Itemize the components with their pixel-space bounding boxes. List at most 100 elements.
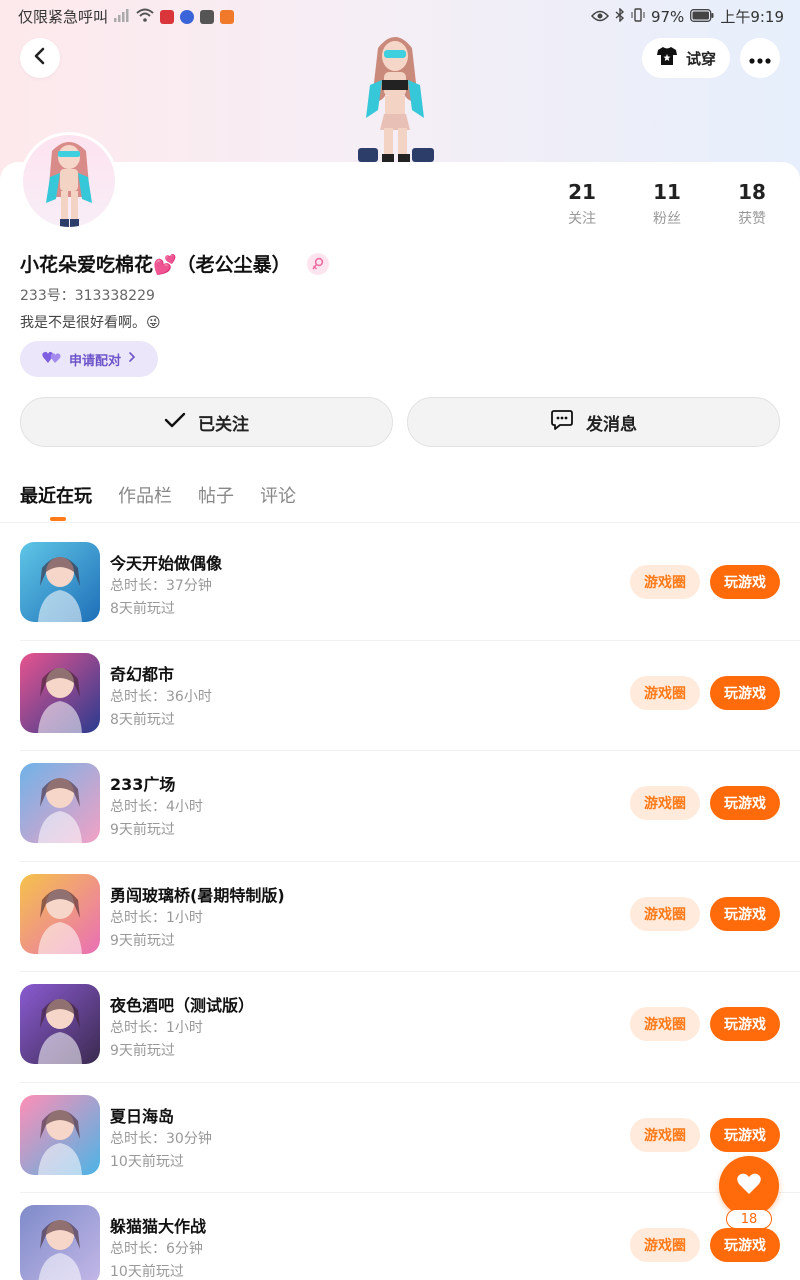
stat-following-label: 关注 [568,211,596,227]
carrier-text: 仅限紧急呼叫 [18,8,109,26]
game-circle-button[interactable]: 游戏圈 [630,565,700,599]
avatar-3d-figure[interactable] [348,30,442,165]
game-thumbnail[interactable] [20,1205,100,1280]
game-circle-button[interactable]: 游戏圈 [630,786,700,820]
tab-recently-played[interactable]: 最近在玩 [20,482,92,522]
game-circle-button[interactable]: 游戏圈 [630,675,700,710]
battery-text: 97% [650,7,685,26]
game-circle-button[interactable]: 游戏圈 [630,1117,700,1152]
user-avatar[interactable] [20,132,118,230]
game-thumbnail[interactable] [20,763,100,843]
active-tab-indicator [50,517,66,521]
nickname-text: 小花朵爱吃棉花💕（老公尘暴） [20,254,291,276]
play-game-button[interactable]: 玩游戏 [710,1007,780,1041]
stat-fans[interactable]: 11 粉丝 [637,180,697,228]
followed-button[interactable]: 已关注 [20,397,393,447]
hearts-icon [42,350,62,368]
like-button[interactable] [719,1156,779,1216]
game-thumbnail[interactable] [20,652,100,733]
user-id: 233号：313338229 [20,288,155,304]
game-name: 今天开始做偶像 [110,554,223,573]
try-on-button[interactable]: 试穿 [642,38,730,78]
status-bar-right: 97% 上午9:19 [590,6,784,27]
game-thumbnail[interactable] [20,542,100,622]
play-game-button[interactable]: 玩游戏 [710,565,780,599]
play-game-button[interactable]: 玩游戏 [710,1117,780,1152]
back-button[interactable] [20,38,60,78]
bluetooth-icon [615,6,625,26]
play-game-button[interactable]: 玩游戏 [710,896,780,931]
game-row[interactable]: 夏日海岛 总时长：30分钟 10天前玩过 游戏圈 玩游戏 [0,1083,800,1193]
game-last-played: 8天前玩过 [110,711,175,728]
send-message-button[interactable]: 发消息 [407,397,780,447]
game-duration: 总时长：6分钟 [110,1241,203,1257]
game-last-played: 10天前玩过 [110,1264,184,1280]
battery-icon [690,8,714,26]
play-game-button[interactable]: 玩游戏 [710,1228,780,1262]
game-row[interactable]: 夜色酒吧（测试版） 总时长：1小时 9天前玩过 游戏圈 玩游戏 [0,972,800,1083]
recent-games-list: 今天开始做偶像 总时长：37分钟 8天前玩过 游戏圈 玩游戏 奇幻都市 总时长：… [0,530,800,1280]
send-message-label: 发消息 [586,414,637,435]
game-name: 躲猫猫大作战 [110,1217,207,1236]
tshirt-icon [656,46,678,70]
game-row[interactable]: 勇闯玻璃桥(暑期特制版) 总时长：1小时 9天前玩过 游戏圈 玩游戏 [0,862,800,972]
bio-text: 我是不是很好看啊。😜 [20,315,161,331]
game-last-played: 8天前玩过 [110,601,175,617]
game-last-played: 9天前玩过 [110,932,175,949]
apply-pair-label: 申请配对 [68,353,121,369]
mail-app-icon [200,9,215,24]
female-gender-icon [306,252,329,275]
stat-following[interactable]: 21 关注 [552,180,612,228]
try-on-label: 试穿 [685,49,716,68]
wifi-icon [136,8,154,26]
status-bar: 仅限紧急呼叫 97% 上午9:19 [0,0,800,32]
tab-comments[interactable]: 评论 [260,482,296,522]
eye-icon [590,8,609,26]
stat-likes-count: 18 [738,180,766,204]
tab-posts[interactable]: 帖子 [198,482,234,522]
music-app-icon [180,9,195,24]
profile-page: 仅限紧急呼叫 97% 上午9:19 试穿 21 关注 11 粉丝 18 获赞 小… [0,0,800,1280]
game-thumbnail[interactable] [20,1094,100,1175]
game-row[interactable]: 今天开始做偶像 总时长：37分钟 8天前玩过 游戏圈 玩游戏 [0,530,800,641]
user-nickname: 小花朵爱吃棉花💕（老公尘暴） [20,250,329,277]
mic-app-icon [160,9,175,24]
tab-works[interactable]: 作品栏 [118,482,172,522]
game-circle-button[interactable]: 游戏圈 [630,1007,700,1041]
stat-likes[interactable]: 18 获赞 [722,180,782,228]
chat-bubble-icon [550,409,574,436]
like-count-badge: 18 [726,1209,772,1229]
more-options-button[interactable] [740,38,780,78]
status-bar-left: 仅限紧急呼叫 [18,6,235,27]
game-duration: 总时长：1小时 [110,909,203,926]
game-thumbnail[interactable] [20,873,100,954]
video-app-icon [220,9,235,24]
game-thumbnail[interactable] [20,984,100,1064]
game-duration: 总时长：1小时 [110,1020,203,1036]
game-circle-button[interactable]: 游戏圈 [630,896,700,931]
game-row[interactable]: 233广场 总时长：4小时 9天前玩过 游戏圈 玩游戏 [0,751,800,862]
game-circle-button[interactable]: 游戏圈 [630,1228,700,1262]
game-duration: 总时长：4小时 [110,799,203,815]
avatar-image [23,135,115,227]
stat-likes-label: 获赞 [738,211,766,227]
game-row[interactable]: 奇幻都市 总时长：36小时 8天前玩过 游戏圈 玩游戏 [0,641,800,751]
play-game-button[interactable]: 玩游戏 [710,786,780,820]
vibrate-icon [631,7,645,26]
play-game-button[interactable]: 玩游戏 [710,675,780,710]
game-duration: 总时长：36小时 [110,688,212,705]
game-name: 夏日海岛 [110,1106,175,1126]
game-last-played: 9天前玩过 [110,822,175,838]
game-last-played: 10天前玩过 [110,1153,184,1170]
checkmark-icon [164,412,186,433]
clock-text: 上午9:19 [720,8,784,26]
stat-fans-label: 粉丝 [653,211,681,227]
game-duration: 总时长：30分钟 [110,1130,212,1147]
game-row[interactable]: 躲猫猫大作战 总时长：6分钟 10天前玩过 游戏圈 玩游戏 [0,1193,800,1280]
apply-pair-button[interactable]: 申请配对 [20,341,158,377]
game-name: 夜色酒吧（测试版） [110,996,255,1015]
stat-following-count: 21 [568,180,596,204]
tabs-divider [0,522,800,523]
chevron-right-icon [128,351,136,367]
game-duration: 总时长：37分钟 [110,578,212,594]
